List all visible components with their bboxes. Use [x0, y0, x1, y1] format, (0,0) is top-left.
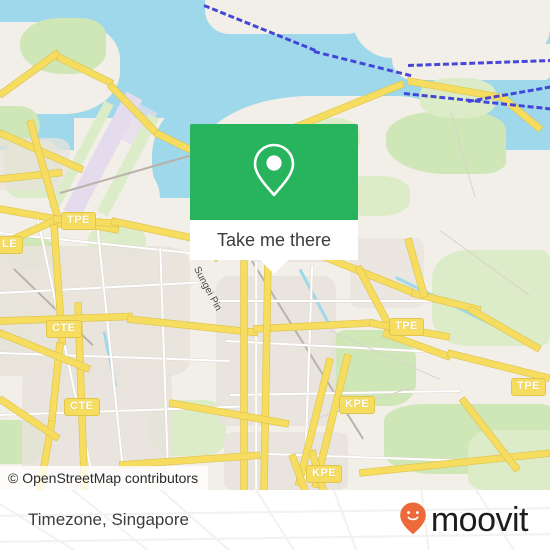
park-area: [20, 18, 106, 74]
highway-shield-kpe: KPE: [339, 396, 376, 414]
highway-shield-kpe: KPE: [306, 465, 343, 483]
park-area: [386, 112, 506, 174]
take-me-there-label: Take me there: [216, 229, 332, 250]
bottom-info-bar: Timezone, Singapore moovit: [0, 490, 550, 550]
moovit-wordmark: moovit: [430, 501, 529, 539]
popup-tail: [260, 260, 288, 274]
moovit-map-screenshot: Sungei Pin TPE LE CTE CTE TPE TPE KPE KP…: [0, 0, 550, 550]
highway-shield-cte: CTE: [64, 398, 100, 416]
highway-shield-cte: CTE: [46, 320, 82, 338]
map-canvas[interactable]: Sungei Pin TPE LE CTE CTE TPE TPE KPE KP…: [0, 0, 550, 490]
place-title: Timezone, Singapore: [28, 510, 189, 529]
park-area: [432, 250, 550, 346]
highway-shield-le: LE: [0, 236, 24, 254]
popup-header: [190, 124, 358, 220]
map-pin-icon: [251, 142, 297, 203]
highway-shield-tpe: TPE: [389, 318, 424, 336]
highway-shield-tpe: TPE: [61, 212, 96, 230]
highway-shield-tpe: TPE: [511, 378, 546, 396]
moovit-pin-icon: [399, 501, 427, 540]
popup-action-bar[interactable]: Take me there: [190, 220, 358, 260]
location-popup-card[interactable]: Take me there: [190, 124, 358, 274]
minor-road: [214, 300, 434, 303]
moovit-logo[interactable]: moovit: [399, 501, 529, 540]
osm-attribution: © OpenStreetMap contributors: [0, 466, 209, 490]
